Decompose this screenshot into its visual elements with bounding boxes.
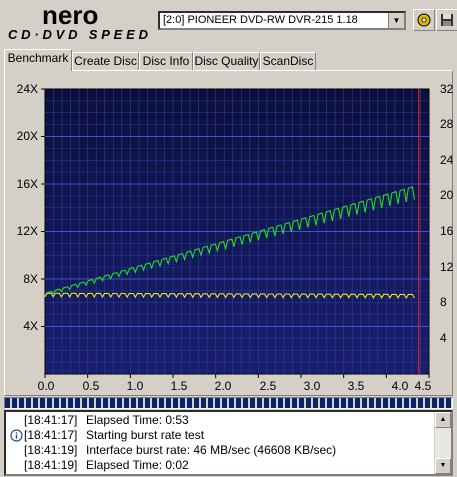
x-tick-label: 3.5 [347,379,365,393]
y-tick-label-left: 8X [23,272,38,286]
save-icon [441,14,453,26]
x-tick-label: 0.0 [37,379,55,393]
chevron-down-icon[interactable]: ▼ [388,13,404,28]
log-time: [18:41:19] [24,458,78,472]
log-message: Starting burst rate test [86,428,205,442]
log-list: [18:41:17] Elapsed Time: 0:53 [18:41:17]… [4,410,453,476]
y-tick-label-right: 4 [440,331,447,345]
tab-label: Benchmark [7,51,69,65]
log-time: [18:41:17] [24,428,78,442]
x-tick-label: 4.5 [414,379,432,393]
log-time: [18:41:17] [24,413,78,427]
log-scrollbar[interactable]: ▲ ▼ [434,412,451,474]
tab-create-disc[interactable]: Create Disc [72,52,139,70]
tab-scandisc[interactable]: ScanDisc [260,52,316,70]
x-tick-label: 3.0 [303,379,321,393]
tab-benchmark[interactable]: Benchmark [4,49,72,71]
tab-label: ScanDisc [262,54,314,68]
y-tick-label-left: 4X [23,319,38,333]
y-tick-label-left: 16X [16,177,38,191]
logo-wordmark: nero [42,2,98,30]
y-tick-label-right: 20 [440,188,454,202]
y-tick-label-left: 20X [16,129,38,143]
log-time: [18:41:19] [24,443,78,457]
benchmark-panel [4,70,453,396]
tab-strip: Benchmark Create Disc Disc Info Disc Qua… [4,49,453,71]
y-tick-label-right: 12 [440,260,454,274]
y-tick-label-left: 12X [16,224,38,238]
y-tick-label-right: 32 [440,82,454,96]
y-tick-label-right: 16 [440,224,454,238]
drive-select-value: [2:0] PIONEER DVD-RW DVR-215 1.18 [163,14,358,26]
drive-select[interactable]: [2:0] PIONEER DVD-RW DVR-215 1.18 ▼ [158,11,406,30]
scroll-up-button[interactable]: ▲ [435,412,451,428]
scroll-down-button[interactable]: ▼ [435,458,451,474]
start-button[interactable] [413,9,435,31]
log-message: Elapsed Time: 0:53 [86,413,189,427]
tab-label: Disc Quality [194,54,259,68]
nero-logo: nero CD·DVD SPEED [8,2,149,42]
y-tick-label-right: 8 [440,295,447,309]
tab-disc-info[interactable]: Disc Info [139,52,193,70]
x-tick-label: 2.0 [214,379,232,393]
tab-label: Disc Info [142,54,190,68]
y-tick-label-right: 28 [440,117,454,131]
x-tick-label: 1.5 [170,379,188,393]
tab-disc-quality[interactable]: Disc Quality [193,52,260,70]
y-tick-label-left: 24X [16,82,38,96]
y-tick-label-right: 24 [440,153,454,167]
x-tick-label: 1.0 [126,379,144,393]
save-button[interactable] [436,9,457,31]
log-message: Interface burst rate: 46 MB/sec (46608 K… [86,443,337,457]
start-icon [417,13,431,27]
x-tick-label: 2.5 [259,379,277,393]
progress-bar [4,397,453,409]
info-icon [10,429,23,442]
log-message: Elapsed Time: 0:02 [86,458,189,472]
x-tick-label: 0.5 [82,379,100,393]
tab-label: Create Disc [74,54,137,68]
